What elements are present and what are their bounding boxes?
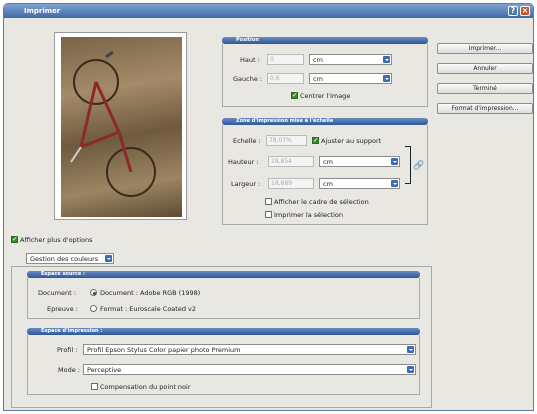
largeur-label: Largeur : [231,180,261,188]
close-icon[interactable]: × [520,6,530,16]
chevron-down-icon [391,180,398,187]
hauteur-input[interactable]: 28,854 [268,156,314,167]
chevron-down-icon [383,56,390,63]
preview-image [61,37,182,217]
show-bounding-box-label: Afficher le cadre de sélection [274,198,369,206]
haut-input[interactable]: 0 [267,54,304,65]
haut-unit-select[interactable]: cm [309,54,392,65]
more-options-checkbox[interactable] [11,235,18,243]
print-dialog: Imprimer ? × Position Haut : 0 cm Gauche… [3,3,534,411]
haut-label: Haut : [240,56,260,64]
echelle-input[interactable]: 78,07% [266,135,307,146]
black-point-label: Compensation du point noir [100,383,191,391]
chevron-down-icon [391,158,398,165]
document-option: Document : Adobe RGB (1998) [100,289,201,297]
page-setup-button[interactable]: Format d'impression... [437,103,533,114]
haut-unit-value: cm [313,56,323,64]
done-button[interactable]: Terminé [437,83,533,94]
title-bar: Imprimer ? × [4,4,533,18]
gauche-input[interactable]: 0,6 [267,73,304,84]
options-mode-select[interactable]: Gestion des couleurs [26,253,114,264]
black-point-checkbox[interactable] [91,383,98,390]
center-image-checkbox[interactable] [291,91,298,99]
echelle-label: Echelle : [233,137,261,145]
gauche-label: Gauche : [233,75,263,83]
document-label: Document : [38,289,76,297]
document-radio[interactable] [90,289,97,296]
intent-value: Perceptive [87,366,122,374]
dialog-title: Imprimer [24,7,61,15]
fit-media-checkbox[interactable] [312,136,319,144]
profile-label: Profil : [57,346,78,354]
proportion-bracket [405,146,411,184]
gauche-unit-value: cm [313,75,323,83]
cancel-button[interactable]: Annuler [437,63,533,74]
print-selection-label: Imprimer la sélection [274,211,343,219]
mode-label: Mode : [58,366,80,374]
options-mode-value: Gestion des couleurs [30,255,99,263]
chevron-down-icon [407,366,414,373]
source-space-header: Espace source : [27,271,420,278]
proof-label: Epreuve : [47,305,78,313]
largeur-unit-value: cm [323,180,333,188]
hauteur-label: Hauteur : [228,158,259,166]
hauteur-unit-select[interactable]: cm [319,156,400,167]
chevron-down-icon [105,255,112,262]
show-bounding-box-checkbox[interactable] [265,198,272,205]
print-button[interactable]: Imprimer... [437,43,533,54]
proof-radio[interactable] [90,305,97,312]
more-options-label: Afficher plus d'options [20,236,93,244]
intent-select[interactable]: Perceptive [83,364,416,375]
link-icon[interactable]: 🔗 [413,161,424,171]
chevron-down-icon [383,75,390,82]
largeur-input[interactable]: 18,889 [268,178,314,189]
position-header: Position [222,37,428,44]
chevron-down-icon [407,346,414,353]
scale-header: Zone d'impression mise à l'échelle [222,118,428,125]
bicycle-photo [70,50,156,197]
print-selection-checkbox[interactable] [265,211,272,218]
proof-option: Format : Euroscale Coated v2 [100,305,196,313]
help-icon[interactable]: ? [508,6,518,16]
fit-media-label: Ajuster au support [321,137,382,145]
gauche-unit-select[interactable]: cm [309,73,392,84]
hauteur-unit-value: cm [323,158,333,166]
center-image-label: Centrer l'image [300,92,351,100]
print-space-header: Espace d'impression : [27,328,420,335]
largeur-unit-select[interactable]: cm [319,178,400,189]
print-preview [54,32,187,220]
source-space-box [27,278,420,319]
profile-value: Profil Epson Stylus Color papier photo P… [87,346,241,354]
profile-select[interactable]: Profil Epson Stylus Color papier photo P… [83,344,416,355]
